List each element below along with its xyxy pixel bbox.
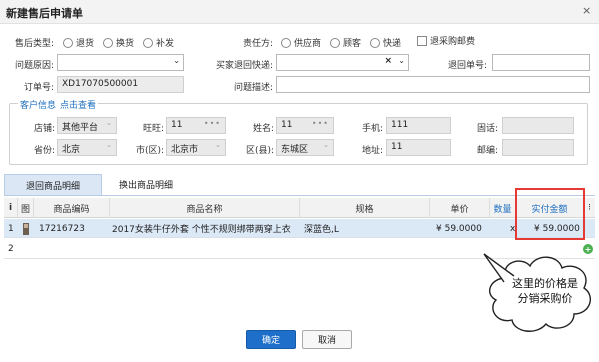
aftersale-type-label: 售后类型:: [14, 39, 54, 49]
confirm-button[interactable]: 确定: [246, 330, 296, 349]
dialog-title: 新建售后申请单: [6, 7, 83, 20]
province-select[interactable]: 北京 ⌄: [57, 139, 117, 156]
return-shipping-checkbox[interactable]: 退采购邮费: [417, 34, 475, 47]
radio-icon[interactable]: [63, 37, 73, 48]
radio-icon[interactable]: [330, 37, 341, 48]
col-spec[interactable]: 规格: [300, 198, 430, 218]
district-label: 区(县):: [245, 146, 274, 156]
problem-reason-label: 问题原因:: [14, 61, 54, 71]
chevron-down-icon: ⌄: [398, 56, 405, 65]
annotation-text: 这里的价格是 分销采购价: [512, 277, 578, 305]
col-name[interactable]: 商品名称: [110, 198, 300, 218]
name-field: 11 •••: [276, 117, 334, 134]
aftersale-type-radios: 退货 换货 补发: [63, 36, 183, 49]
mobile-label: 手机:: [361, 124, 383, 134]
dialog-titlebar: [0, 0, 599, 24]
tel-field: [502, 117, 574, 134]
col-more[interactable]: ⁝: [584, 198, 595, 218]
name-label: 姓名:: [252, 124, 274, 134]
zip-field: [502, 139, 574, 156]
col-price[interactable]: 单价: [430, 198, 490, 218]
product-name: 2017女装牛仔外套 个性不规则绑带两穿上衣: [112, 225, 291, 235]
product-price: ¥ 59.0000: [436, 223, 482, 234]
product-thumbnail: [21, 219, 33, 238]
clear-icon[interactable]: ×: [384, 56, 392, 66]
address-label: 地址:: [361, 146, 383, 156]
order-no-label: 订单号:: [23, 83, 54, 93]
col-info: i: [4, 198, 18, 218]
col-image: 图: [18, 198, 34, 218]
tel-label: 固话:: [476, 124, 498, 134]
radio-icon[interactable]: [143, 37, 154, 48]
return-no-label: 退回单号:: [447, 61, 487, 71]
cancel-button[interactable]: 取消: [302, 330, 352, 349]
tab-return-items[interactable]: 退回商品明细: [4, 174, 102, 195]
city-label: 市(区):: [135, 146, 164, 156]
row-index: 2: [8, 244, 14, 254]
city-select[interactable]: 北京市 ⌄: [166, 139, 226, 156]
problem-reason-select[interactable]: ⌄: [57, 54, 184, 71]
tab-exchange-items[interactable]: 换出商品明细: [104, 174, 188, 195]
buyer-express-label: 买家退回快递:: [215, 61, 273, 71]
problem-desc-label: 问题描述:: [233, 83, 273, 93]
radio-icon[interactable]: [281, 37, 291, 48]
chevron-down-icon: ⌄: [323, 141, 329, 149]
chevron-down-icon: ⌄: [173, 56, 180, 65]
col-qty[interactable]: 数量: [490, 198, 516, 218]
radio-exchange[interactable]: 换货: [103, 36, 134, 49]
more-icon: •••: [311, 119, 329, 128]
address-field: 11: [386, 139, 451, 156]
order-no-field: XD17070500001: [57, 76, 184, 93]
product-code: 17216723: [39, 223, 85, 234]
wangwang-field: 11 •••: [166, 117, 226, 134]
tab-divider: [4, 195, 595, 196]
checkbox-icon[interactable]: [417, 35, 427, 46]
table-row[interactable]: 1 17216723 2017女装牛仔外套 个性不规则绑带两穿上衣 深蓝色,L …: [4, 219, 595, 238]
close-icon[interactable]: ×: [582, 4, 591, 17]
row-index: 1: [8, 223, 14, 234]
more-icon: •••: [203, 119, 221, 128]
district-select[interactable]: 东城区 ⌄: [276, 139, 334, 156]
grid-header: i 图 商品编码 商品名称 规格 单价 数量 实付金额 ⁝: [4, 198, 595, 218]
col-code[interactable]: 商品编码: [34, 198, 110, 218]
radio-icon[interactable]: [370, 37, 381, 48]
radio-supplier[interactable]: 供应商: [281, 36, 321, 49]
mobile-field: 111: [386, 117, 451, 134]
zip-label: 邮编:: [476, 146, 498, 156]
responsible-radios: 供应商 顾客 快递: [281, 36, 410, 49]
chevron-down-icon: ⌄: [215, 141, 221, 149]
radio-customer[interactable]: 顾客: [330, 36, 361, 49]
product-spec: 深蓝色,L: [304, 225, 339, 235]
customer-info-title: 客户信息: [20, 101, 57, 111]
customer-info-legend: 客户信息 点击查看: [18, 98, 99, 111]
radio-courier[interactable]: 快递: [370, 36, 401, 49]
view-details-link[interactable]: 点击查看: [60, 101, 96, 111]
problem-desc-input[interactable]: [276, 76, 590, 93]
responsible-label: 责任方:: [242, 39, 273, 49]
radio-return[interactable]: 退货: [63, 36, 94, 49]
shop-label: 店铺:: [33, 124, 55, 134]
buyer-express-select[interactable]: × ⌄: [276, 54, 409, 71]
province-label: 省份:: [33, 146, 55, 156]
radio-reship[interactable]: 补发: [143, 36, 174, 49]
chevron-down-icon: ⌄: [106, 119, 112, 127]
wangwang-label: 旺旺:: [142, 124, 164, 134]
radio-icon[interactable]: [103, 37, 114, 48]
chevron-down-icon: ⌄: [106, 141, 112, 149]
shop-select[interactable]: 其他平台 ⌄: [57, 117, 117, 134]
highlight-box: [515, 188, 585, 240]
return-no-input[interactable]: [492, 54, 590, 71]
